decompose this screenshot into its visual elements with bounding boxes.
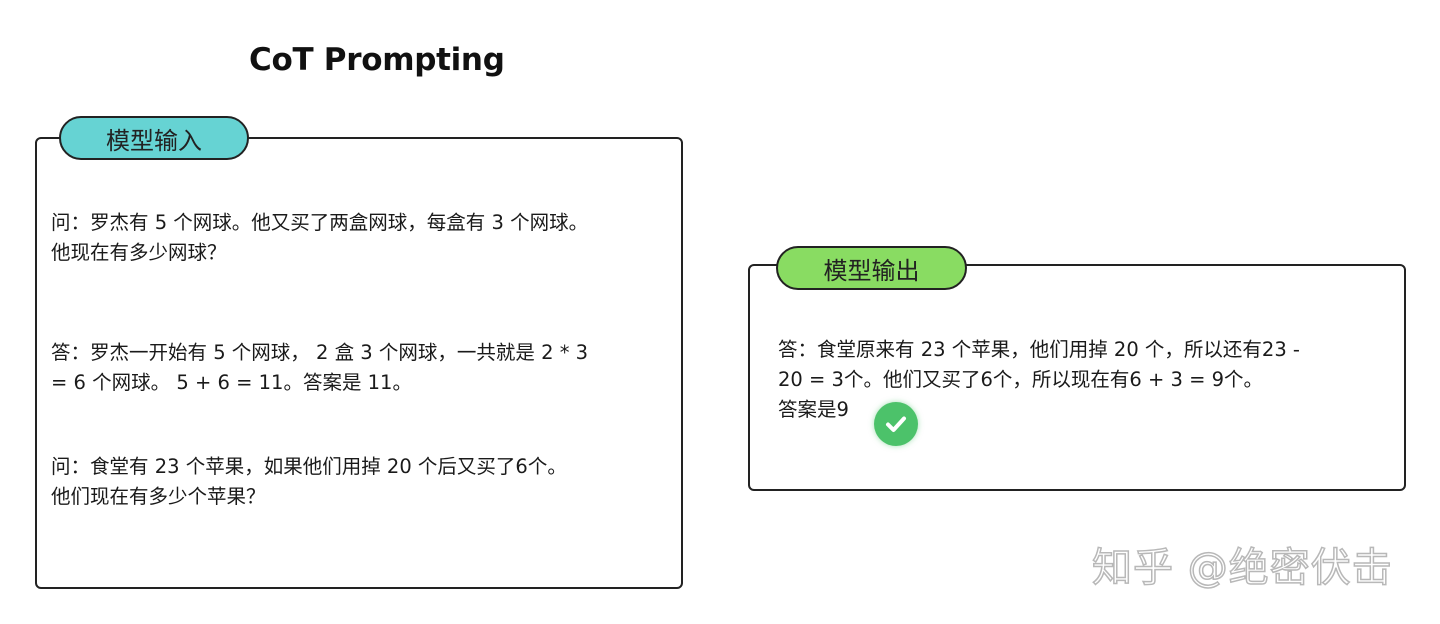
check-circle-icon <box>874 402 918 446</box>
output-answer: 答：食堂原来有 23 个苹果，他们用掉 20 个，所以还有23 - 20 = 3… <box>778 335 1300 425</box>
output-answer-line-2: 20 = 3个。他们又买了6个，所以现在有6 + 3 = 9个。 <box>778 368 1264 391</box>
diagram-title: CoT Prompting <box>249 42 505 78</box>
output-answer-line-3: 答案是9 <box>778 398 849 421</box>
checkmark-glyph <box>886 416 906 432</box>
question-1: 问：罗杰有 5 个网球。他又买了两盒网球，每盒有 3 个网球。 他现在有多少网球… <box>51 208 588 268</box>
question-1-line-2: 他现在有多少网球？ <box>51 241 227 264</box>
question-2-line-1: 问：食堂有 23 个苹果，如果他们用掉 20 个后又买了6个。 <box>51 455 567 478</box>
watermark: 知乎 @绝密伏击 <box>1091 544 1393 592</box>
question-2-line-2: 他们现在有多少个苹果？ <box>51 485 266 508</box>
model-output-tag: 模型输出 <box>776 246 967 290</box>
answer-1-line-1: 答：罗杰一开始有 5 个网球， 2 盒 3 个网球，一共就是 2 * 3 <box>51 341 589 364</box>
question-1-line-1: 问：罗杰有 5 个网球。他又买了两盒网球，每盒有 3 个网球。 <box>51 211 589 234</box>
answer-1: 答：罗杰一开始有 5 个网球， 2 盒 3 个网球，一共就是 2 * 3 = 6… <box>51 338 588 398</box>
model-input-tag: 模型输入 <box>59 116 249 160</box>
question-2: 问：食堂有 23 个苹果，如果他们用掉 20 个后又买了6个。 他们现在有多少个… <box>51 452 567 512</box>
answer-1-line-2: = 6 个网球。 5 + 6 = 11。答案是 11。 <box>51 371 412 394</box>
output-answer-line-1: 答：食堂原来有 23 个苹果，他们用掉 20 个，所以还有23 - <box>778 338 1300 361</box>
